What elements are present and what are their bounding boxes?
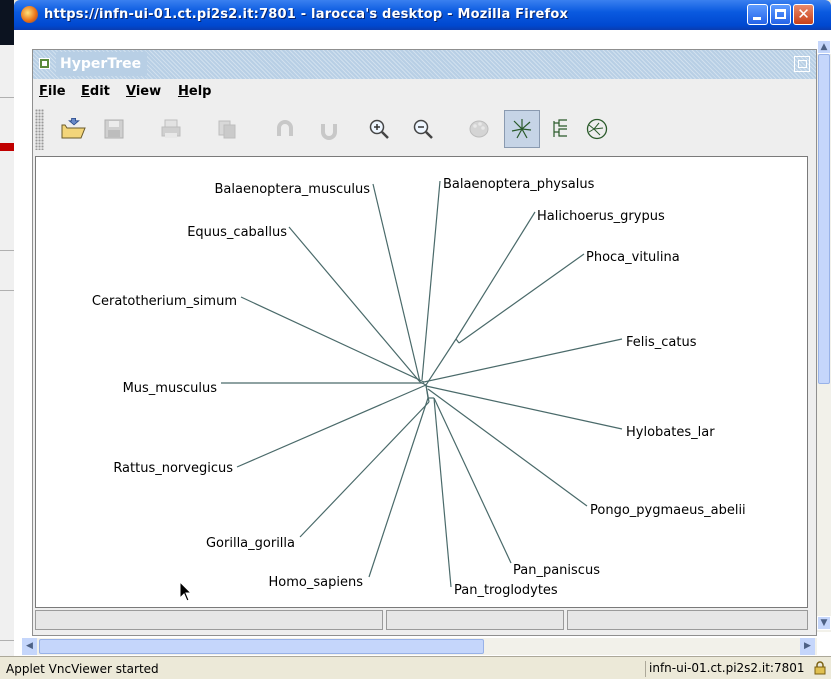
menu-view[interactable]: View: [126, 84, 161, 99]
tree-edge: [236, 384, 427, 468]
undo-icon: [277, 120, 293, 136]
vertical-scroll-thumb[interactable]: [818, 54, 830, 384]
tree-node-label[interactable]: Gorilla_gorilla: [206, 536, 295, 551]
window-titlebar[interactable]: https://infn-ui-01.ct.pi2s2.it:7801 - la…: [14, 0, 831, 30]
tree-node-label[interactable]: Pongo_pygmaeus_abelii: [590, 503, 746, 518]
color-button[interactable]: [461, 110, 497, 148]
toolbar-grip[interactable]: [35, 109, 44, 150]
status-cell-1: [35, 610, 383, 630]
tree-edge: [368, 397, 429, 578]
hypertree-title: HyperTree: [56, 52, 148, 76]
status-cell-2: [386, 610, 564, 630]
close-icon: ✕: [797, 5, 810, 23]
tree-node-label[interactable]: Phoca_vitulina: [586, 250, 680, 265]
toolbar: [33, 104, 623, 155]
zoom-in-button[interactable]: [361, 110, 397, 148]
copy-button[interactable]: [209, 110, 245, 148]
tree-edge: [427, 388, 588, 507]
tree-canvas[interactable]: Balaenoptera_musculus Balaenoptera_physal…: [35, 156, 808, 608]
tree-node-label[interactable]: Equus_caballus: [187, 225, 287, 240]
tree-node-label[interactable]: Ceratotherium_simum: [92, 294, 237, 309]
redo-button[interactable]: [311, 110, 347, 148]
tree-edge: [433, 397, 512, 564]
lock-icon[interactable]: [813, 661, 827, 675]
status-text: Applet VncViewer started: [6, 662, 159, 676]
radial-tree-icon: [511, 119, 532, 139]
print-button[interactable]: [153, 110, 189, 148]
menu-file[interactable]: File: [39, 84, 66, 99]
tree-edge: [455, 211, 536, 340]
window-title: https://infn-ui-01.ct.pi2s2.it:7801 - la…: [44, 7, 569, 22]
hypertree-graph[interactable]: Balaenoptera_musculus Balaenoptera_physal…: [36, 157, 807, 607]
horizontal-scroll-thumb[interactable]: [39, 639, 484, 654]
tree-node-label[interactable]: Mus_musculus: [123, 381, 218, 396]
background-desktop-strip: [0, 0, 14, 679]
tree-edge: [425, 385, 623, 430]
scroll-up-icon[interactable]: ▲: [817, 40, 831, 54]
maximize-icon: [775, 9, 786, 19]
menu-edit[interactable]: Edit: [81, 84, 110, 99]
browser-statusbar: Applet VncViewer started infn-ui-01.ct.p…: [0, 656, 831, 679]
copy-icon: [218, 120, 236, 139]
print-icon: [161, 119, 181, 138]
zoom-in-icon: [369, 119, 389, 139]
status-cell-3: [567, 610, 808, 630]
save-button[interactable]: [96, 110, 132, 148]
tree-node-label[interactable]: Pan_paniscus: [513, 563, 600, 578]
tree-node-label[interactable]: Balaenoptera_musculus: [215, 182, 371, 197]
hypertree-frame: HyperTree File Edit View Help Balaenopte…: [32, 49, 817, 636]
close-button[interactable]: ✕: [793, 4, 814, 25]
vertical-scrollbar[interactable]: ▲ ▼: [817, 40, 831, 632]
tree-node-label[interactable]: Balaenoptera_physalus: [443, 177, 595, 192]
tree-edge: [458, 253, 585, 344]
tree-node-label[interactable]: Hylobates_lar: [626, 425, 715, 440]
scroll-left-icon[interactable]: ◀: [22, 638, 37, 655]
mouse-cursor-icon: [179, 581, 193, 602]
open-button[interactable]: [55, 110, 91, 148]
scroll-right-icon[interactable]: ▶: [800, 638, 815, 655]
scroll-down-icon[interactable]: ▼: [817, 616, 831, 630]
menu-help[interactable]: Help: [178, 84, 211, 99]
tree-branch: [455, 338, 460, 344]
radial-tree-button[interactable]: [504, 110, 540, 148]
firefox-window: https://infn-ui-01.ct.pi2s2.it:7801 - la…: [14, 0, 831, 679]
tree-edge: [433, 397, 452, 588]
tree-node-label[interactable]: Homo_sapiens: [269, 575, 364, 590]
tree-edge: [288, 226, 421, 383]
tree-edge: [372, 183, 421, 383]
tree-layout-button[interactable]: [543, 110, 579, 148]
undo-button[interactable]: [267, 110, 303, 148]
tree-edge: [423, 338, 623, 383]
firefox-icon: [21, 6, 38, 23]
tree-node-label[interactable]: Halichoerus_grypus: [537, 209, 665, 224]
redo-icon: [321, 124, 337, 140]
horizontal-scrollbar[interactable]: ◀ ▶: [22, 638, 817, 655]
menubar: File Edit View Help: [33, 81, 816, 103]
status-host: infn-ui-01.ct.pi2s2.it:7801: [645, 661, 821, 677]
open-folder-icon: [61, 118, 86, 139]
maximize-button[interactable]: [770, 4, 791, 25]
tree-edge: [299, 401, 430, 538]
tree-layout-icon: [553, 119, 567, 137]
hyperbolic-button[interactable]: [579, 110, 615, 148]
save-icon: [104, 119, 124, 139]
minimize-button[interactable]: [747, 4, 768, 25]
tree-node-label[interactable]: Rattus_norvegicus: [113, 461, 233, 476]
tree-node-label[interactable]: Felis_catus: [626, 335, 697, 350]
tree-edge: [421, 180, 441, 381]
zoom-out-button[interactable]: [405, 110, 441, 148]
hyperbolic-icon: [586, 118, 608, 140]
restore-icon[interactable]: [794, 56, 810, 72]
hypertree-titlebar[interactable]: HyperTree: [33, 50, 816, 79]
tree-node-label[interactable]: Pan_troglodytes: [454, 583, 558, 598]
tree-edge: [240, 296, 425, 383]
minimize-icon: [753, 17, 761, 20]
palette-icon: [469, 120, 489, 138]
zoom-out-icon: [413, 119, 433, 139]
frame-icon: [39, 58, 50, 69]
